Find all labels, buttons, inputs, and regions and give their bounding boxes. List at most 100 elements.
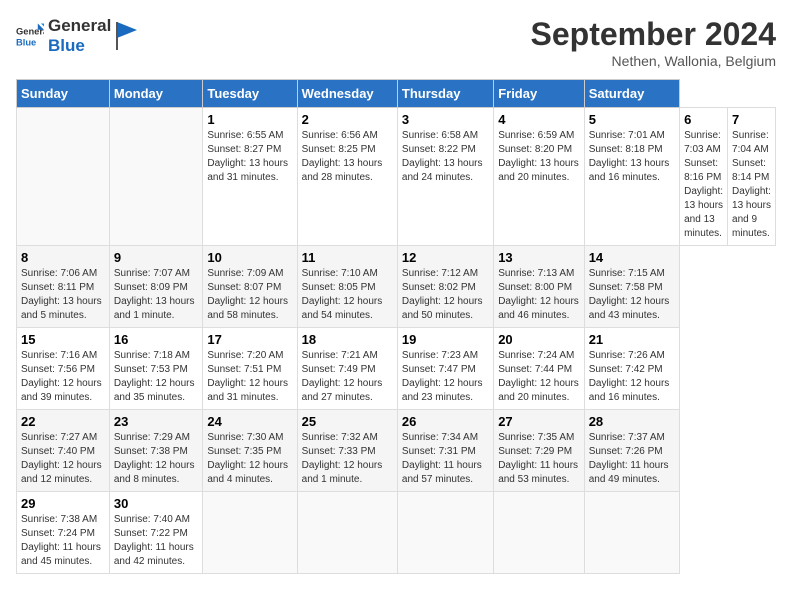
calendar-day-cell: 21 Sunrise: 7:26 AMSunset: 7:42 PMDaylig… [584,328,679,410]
calendar-day-cell: 6 Sunrise: 7:03 AMSunset: 8:16 PMDayligh… [680,108,728,246]
calendar-day-cell: 1 Sunrise: 6:55 AMSunset: 8:27 PMDayligh… [203,108,297,246]
day-number: 27 [498,414,580,429]
day-number: 8 [21,250,105,265]
day-number: 15 [21,332,105,347]
calendar-day-cell: 30 Sunrise: 7:40 AMSunset: 7:22 PMDaylig… [109,492,203,574]
day-number: 4 [498,112,580,127]
col-header-thursday: Thursday [397,80,493,108]
calendar-week-row: 22 Sunrise: 7:27 AMSunset: 7:40 PMDaylig… [17,410,776,492]
day-detail: Sunrise: 7:16 AMSunset: 7:56 PMDaylight:… [21,350,102,403]
calendar-day-cell: 26 Sunrise: 7:34 AMSunset: 7:31 PMDaylig… [397,410,493,492]
calendar-day-cell: 8 Sunrise: 7:06 AMSunset: 8:11 PMDayligh… [17,246,110,328]
col-header-wednesday: Wednesday [297,80,397,108]
day-detail: Sunrise: 7:12 AMSunset: 8:02 PMDaylight:… [402,268,483,321]
day-number: 18 [302,332,393,347]
logo-flag-icon [115,22,137,50]
calendar-week-row: 15 Sunrise: 7:16 AMSunset: 7:56 PMDaylig… [17,328,776,410]
day-detail: Sunrise: 7:24 AMSunset: 7:44 PMDaylight:… [498,350,579,403]
calendar-day-cell: 15 Sunrise: 7:16 AMSunset: 7:56 PMDaylig… [17,328,110,410]
calendar-day-cell: 14 Sunrise: 7:15 AMSunset: 7:58 PMDaylig… [584,246,679,328]
day-number: 20 [498,332,580,347]
logo: General Blue General Blue [16,16,137,55]
day-detail: Sunrise: 7:06 AMSunset: 8:11 PMDaylight:… [21,268,102,321]
empty-cell [297,492,397,574]
day-detail: Sunrise: 7:03 AMSunset: 8:16 PMDaylight:… [684,130,723,239]
day-number: 12 [402,250,489,265]
day-number: 10 [207,250,292,265]
day-number: 13 [498,250,580,265]
day-number: 16 [114,332,199,347]
day-detail: Sunrise: 6:56 AMSunset: 8:25 PMDaylight:… [302,130,383,183]
calendar-day-cell: 13 Sunrise: 7:13 AMSunset: 8:00 PMDaylig… [494,246,585,328]
col-header-tuesday: Tuesday [203,80,297,108]
month-year-title: September 2024 [531,16,776,53]
day-number: 21 [589,332,675,347]
logo-icon: General Blue [16,22,44,50]
day-number: 6 [684,112,723,127]
day-detail: Sunrise: 7:27 AMSunset: 7:40 PMDaylight:… [21,432,102,485]
day-detail: Sunrise: 7:37 AMSunset: 7:26 PMDaylight:… [589,432,669,485]
day-number: 26 [402,414,489,429]
day-detail: Sunrise: 7:01 AMSunset: 8:18 PMDaylight:… [589,130,670,183]
day-number: 9 [114,250,199,265]
empty-cell [397,492,493,574]
day-detail: Sunrise: 7:09 AMSunset: 8:07 PMDaylight:… [207,268,288,321]
calendar-day-cell: 9 Sunrise: 7:07 AMSunset: 8:09 PMDayligh… [109,246,203,328]
col-header-sunday: Sunday [17,80,110,108]
day-number: 17 [207,332,292,347]
calendar-day-cell: 2 Sunrise: 6:56 AMSunset: 8:25 PMDayligh… [297,108,397,246]
day-number: 28 [589,414,675,429]
day-number: 30 [114,496,199,511]
day-detail: Sunrise: 7:35 AMSunset: 7:29 PMDaylight:… [498,432,578,485]
day-number: 29 [21,496,105,511]
calendar-day-cell: 27 Sunrise: 7:35 AMSunset: 7:29 PMDaylig… [494,410,585,492]
page-header: General Blue General Blue September 2024… [16,16,776,69]
calendar-day-cell: 11 Sunrise: 7:10 AMSunset: 8:05 PMDaylig… [297,246,397,328]
day-detail: Sunrise: 7:34 AMSunset: 7:31 PMDaylight:… [402,432,482,485]
day-number: 25 [302,414,393,429]
calendar-day-cell: 29 Sunrise: 7:38 AMSunset: 7:24 PMDaylig… [17,492,110,574]
day-detail: Sunrise: 6:58 AMSunset: 8:22 PMDaylight:… [402,130,483,183]
day-detail: Sunrise: 7:20 AMSunset: 7:51 PMDaylight:… [207,350,288,403]
svg-text:Blue: Blue [16,37,36,47]
empty-cell [17,108,110,246]
logo-general-text: General [48,16,111,36]
calendar-week-row: 29 Sunrise: 7:38 AMSunset: 7:24 PMDaylig… [17,492,776,574]
day-detail: Sunrise: 7:40 AMSunset: 7:22 PMDaylight:… [114,514,194,567]
logo-blue-text: Blue [48,36,111,56]
col-header-monday: Monday [109,80,203,108]
day-number: 5 [589,112,675,127]
day-detail: Sunrise: 7:10 AMSunset: 8:05 PMDaylight:… [302,268,383,321]
empty-cell [584,492,679,574]
calendar-table: SundayMondayTuesdayWednesdayThursdayFrid… [16,79,776,574]
location-subtitle: Nethen, Wallonia, Belgium [531,53,776,69]
calendar-day-cell: 17 Sunrise: 7:20 AMSunset: 7:51 PMDaylig… [203,328,297,410]
day-detail: Sunrise: 7:26 AMSunset: 7:42 PMDaylight:… [589,350,670,403]
calendar-day-cell: 28 Sunrise: 7:37 AMSunset: 7:26 PMDaylig… [584,410,679,492]
empty-cell [109,108,203,246]
day-detail: Sunrise: 7:32 AMSunset: 7:33 PMDaylight:… [302,432,383,485]
calendar-day-cell: 7 Sunrise: 7:04 AMSunset: 8:14 PMDayligh… [728,108,776,246]
day-number: 22 [21,414,105,429]
calendar-day-cell: 3 Sunrise: 6:58 AMSunset: 8:22 PMDayligh… [397,108,493,246]
day-number: 19 [402,332,489,347]
day-number: 23 [114,414,199,429]
title-block: September 2024 Nethen, Wallonia, Belgium [531,16,776,69]
calendar-day-cell: 25 Sunrise: 7:32 AMSunset: 7:33 PMDaylig… [297,410,397,492]
calendar-day-cell: 4 Sunrise: 6:59 AMSunset: 8:20 PMDayligh… [494,108,585,246]
day-number: 2 [302,112,393,127]
calendar-day-cell: 18 Sunrise: 7:21 AMSunset: 7:49 PMDaylig… [297,328,397,410]
day-number: 24 [207,414,292,429]
col-header-saturday: Saturday [584,80,679,108]
calendar-day-cell: 19 Sunrise: 7:23 AMSunset: 7:47 PMDaylig… [397,328,493,410]
day-detail: Sunrise: 6:59 AMSunset: 8:20 PMDaylight:… [498,130,579,183]
day-number: 14 [589,250,675,265]
calendar-day-cell: 10 Sunrise: 7:09 AMSunset: 8:07 PMDaylig… [203,246,297,328]
day-detail: Sunrise: 7:13 AMSunset: 8:00 PMDaylight:… [498,268,579,321]
empty-cell [203,492,297,574]
calendar-day-cell: 24 Sunrise: 7:30 AMSunset: 7:35 PMDaylig… [203,410,297,492]
day-number: 11 [302,250,393,265]
calendar-day-cell: 23 Sunrise: 7:29 AMSunset: 7:38 PMDaylig… [109,410,203,492]
day-number: 3 [402,112,489,127]
calendar-header-row: SundayMondayTuesdayWednesdayThursdayFrid… [17,80,776,108]
